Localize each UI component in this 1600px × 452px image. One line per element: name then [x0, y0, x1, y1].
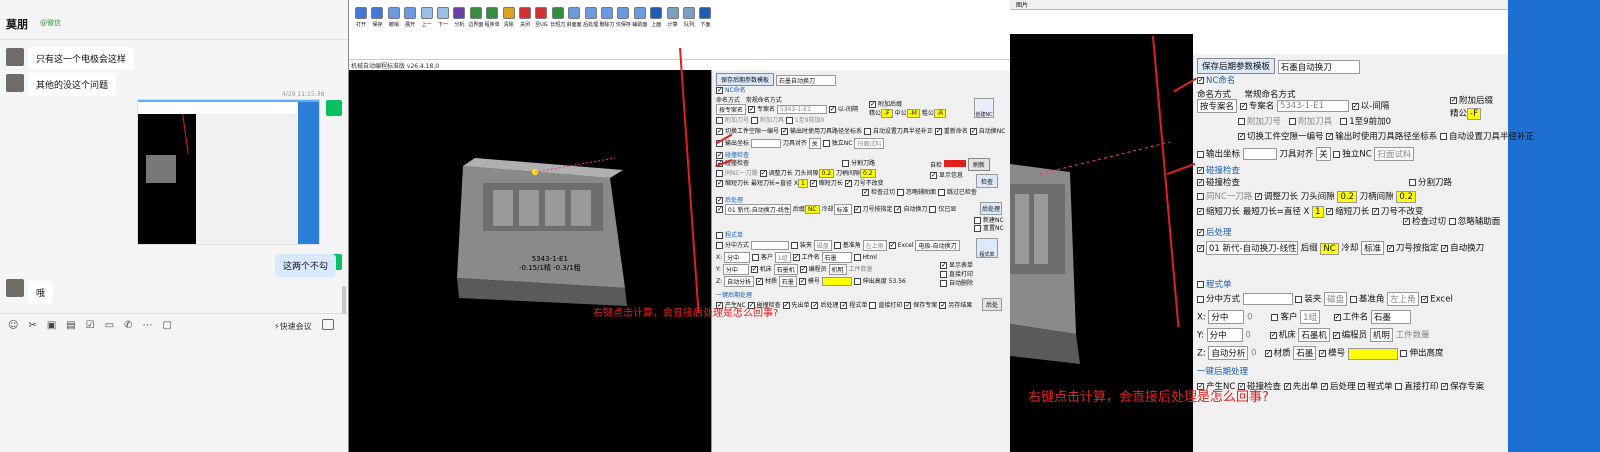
parameter-panel: 保存后期参数模板 石墨自动换刀 NC命名 命名方式 常规命名方式 按专案名 专案…	[711, 70, 1011, 452]
chat-message: 其他的没这个问题	[28, 73, 117, 96]
post-processor-select[interactable]: 01 新代-自动换刀-线性	[725, 204, 791, 215]
toolbar-button[interactable]: 下面	[697, 7, 713, 28]
create-nc-button[interactable]: 创建NC	[974, 98, 994, 118]
toolbar-icon	[584, 7, 597, 19]
chat-header: 莫朋 @微信	[0, 0, 348, 40]
section-one-key[interactable]: 一键后期处理	[716, 290, 752, 299]
toolbar-icon	[699, 7, 712, 19]
contact-name[interactable]: 莫朋	[6, 16, 28, 32]
toolbar-icon	[486, 7, 499, 19]
image-icon[interactable]: ▣	[47, 320, 66, 331]
toolbar-icon	[535, 7, 548, 19]
folder-icon[interactable]: ▭	[105, 320, 124, 331]
model-rib	[493, 190, 513, 226]
section-post[interactable]: 后处理	[1197, 226, 1232, 238]
post-run-button[interactable]: 后处	[982, 298, 1003, 311]
image-window-titlebar: 图片	[1010, 0, 1508, 10]
section-post[interactable]: 后处理	[716, 195, 743, 204]
toolbar-icon	[355, 7, 367, 19]
timestamp: 4/29 11:15:38	[282, 91, 325, 98]
viewport-3d[interactable]: 5343-1-E1 -0.15/1精 -0.3/1粗	[349, 70, 711, 452]
avatar[interactable]	[6, 279, 24, 297]
section-one-key[interactable]: 一键后期处理	[1197, 365, 1248, 377]
divider	[0, 313, 348, 314]
toolbar-icon	[617, 7, 630, 19]
check-button[interactable]: 检查	[976, 174, 998, 188]
toolbar-icon	[387, 7, 400, 19]
toolbar-icon	[437, 7, 449, 19]
section-program-sheet[interactable]: 程式单	[716, 230, 743, 239]
tool-change-dropdown[interactable]: 石墨自动换刀	[775, 75, 836, 86]
contact-tag: @微信	[40, 19, 61, 27]
more-icon[interactable]: ⋯	[143, 320, 163, 331]
model-label: 5343-1-E1 -0.15/1精 -0.3/1粗	[519, 255, 581, 272]
chat-panel: 莫朋 @微信 只有这一个电极会这样 其他的没这个问题 4/29 11:15:38…	[0, 0, 348, 452]
cam-app-window: 打开 保存 撤销 展开 上一 下一 分析 边界面 程序单 清除 关闭 至UG 长短刀 斜面面 后处理 删除刀仅…	[348, 0, 1011, 452]
project-name-field[interactable]: 5343-1-E1	[776, 105, 827, 114]
quick-meeting-button[interactable]: ⚡快速会议	[274, 321, 312, 332]
chat-message: 只有这一个电极会这样	[28, 47, 135, 70]
naming-method-select[interactable]: 按专案名	[716, 104, 747, 115]
electrode-model	[457, 157, 627, 306]
toolbar-icon	[519, 7, 531, 19]
toolbar-icon	[666, 7, 679, 19]
post-process-button[interactable]: 后处理	[980, 202, 1003, 215]
window-title: 机械自动编程标准版 v26.4.18.0	[351, 63, 440, 70]
section-nc-name[interactable]: NC命名	[1197, 74, 1235, 86]
model-rib	[571, 190, 591, 226]
tool-change-dropdown[interactable]: 石墨自动换刀	[1277, 59, 1360, 74]
model-rib	[545, 190, 565, 226]
task-icon[interactable]: ☑	[86, 320, 105, 331]
toolbar-icon	[453, 7, 466, 19]
scissors-icon[interactable]: ✂	[28, 320, 46, 331]
toolbar-icon	[469, 7, 482, 19]
section-collision[interactable]: 碰撞检查	[1197, 164, 1240, 176]
input-toolbar: ☺✂▣▤☑▭✆⋯▢	[8, 320, 182, 331]
toolbar-icon	[502, 7, 515, 19]
annotation-text: 右键点击计算，会直接后处理是怎么回事?	[593, 308, 779, 319]
model-rib	[519, 190, 539, 226]
toolbar-label: 下面	[700, 22, 711, 28]
self-check-indicator	[943, 160, 966, 167]
chat-message-sent: 这两个不勾	[275, 254, 337, 277]
section-program-sheet[interactable]: 程式单	[1197, 278, 1232, 290]
avatar[interactable]	[6, 74, 24, 92]
toolbar-icon	[650, 7, 663, 19]
toolbar-icon	[601, 7, 613, 19]
emoji-icon[interactable]: ☺	[8, 320, 28, 331]
desktop-background: 图片 保存后期参数模板 石墨自动换刀 NC命名 命名方式 常规命名方式 按专案名…	[1010, 0, 1600, 452]
save-template-button[interactable]: 保存后期参数模板	[1197, 58, 1276, 74]
toolbar-icon	[420, 7, 433, 19]
toolbar-icon	[551, 7, 564, 19]
scrollbar[interactable]	[342, 286, 346, 314]
toolbar-icon	[404, 7, 417, 19]
program-sheet-button[interactable]: 程式单	[976, 238, 998, 258]
phone-icon[interactable]: ✆	[124, 320, 142, 331]
toolbar-icon	[371, 7, 384, 19]
toolbar-icon	[633, 7, 646, 19]
screen-icon[interactable]: ▢	[163, 320, 182, 331]
toolbar-icon	[683, 7, 695, 19]
chat-image[interactable]	[137, 99, 320, 245]
chat-message: 哦	[28, 281, 54, 304]
sidebar-toggle-icon[interactable]	[322, 319, 334, 330]
file-icon[interactable]: ▤	[66, 320, 85, 331]
avatar[interactable]	[6, 48, 24, 66]
annotation-text-large: 右键点击计算，会直接后处理是怎么回事?	[1028, 390, 1269, 405]
refresh-button[interactable]: 刷新	[967, 158, 990, 171]
toolbar-icon	[568, 7, 581, 19]
section-nc-name[interactable]: NC命名	[716, 85, 746, 94]
my-avatar[interactable]	[326, 100, 342, 116]
